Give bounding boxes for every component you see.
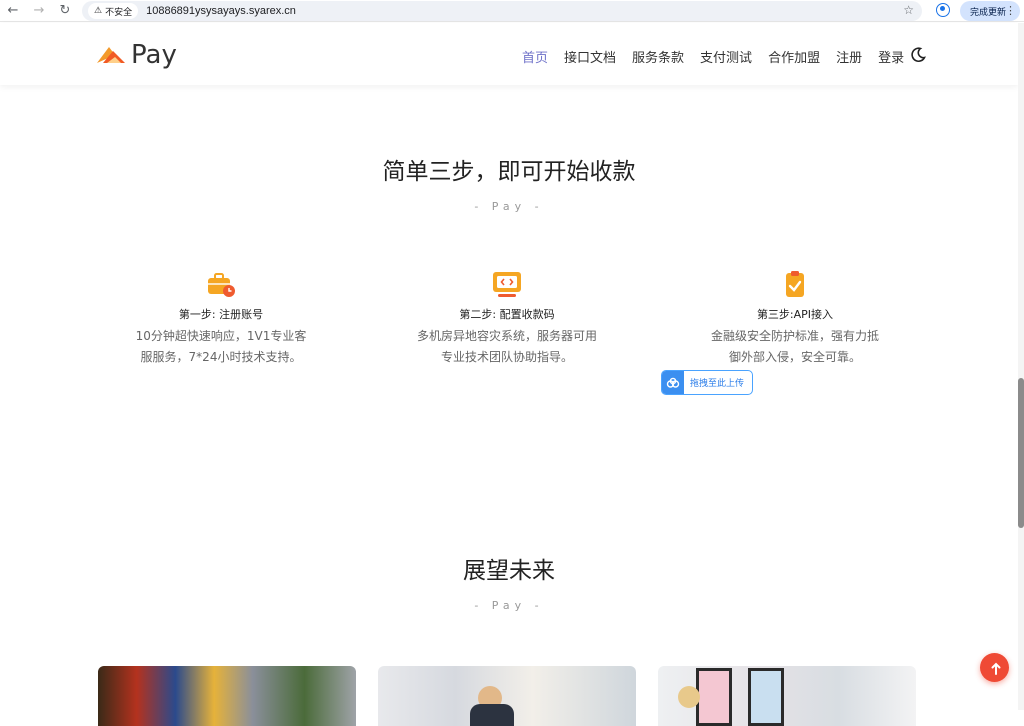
- page-scrollbar[interactable]: [1018, 23, 1024, 710]
- step-3-desc-line-2: 御外部入侵，安全可靠。: [728, 350, 861, 364]
- step-2: 第二步: 配置收款码 多机房异地容灾系统，服务器可用 专业技术团队协助指导。: [402, 270, 612, 368]
- nav-terms[interactable]: 服务条款: [632, 47, 684, 66]
- nav-login[interactable]: 登录: [878, 47, 904, 66]
- future-title: 展望未来: [463, 558, 555, 584]
- future-card-image-3[interactable]: [658, 666, 916, 726]
- future-subtitle: - Pay -: [474, 599, 544, 612]
- main-nav: 首页 接口文档 服务条款 支付测试 合作加盟 注册 登录: [522, 47, 904, 66]
- step-3-title: 第三步:API接入: [756, 308, 834, 321]
- nav-api-docs[interactable]: 接口文档: [564, 47, 616, 66]
- nav-partner[interactable]: 合作加盟: [768, 47, 820, 66]
- future-cards: [98, 666, 916, 726]
- back-to-top-button[interactable]: [980, 653, 1009, 682]
- step-2-desc-line-1: 多机房异地容灾系统，服务器可用: [416, 329, 597, 343]
- security-label: 不安全: [105, 7, 133, 18]
- dark-mode-moon-icon[interactable]: [910, 47, 926, 63]
- update-button[interactable]: 完成更新 ⋮: [960, 1, 1020, 21]
- step-3-desc-line-1: 金融级安全防护标准，强有力抵: [710, 329, 879, 343]
- logo-mark-icon: [97, 47, 125, 63]
- nav-pay-test[interactable]: 支付测试: [700, 47, 752, 66]
- address-bar[interactable]: ⚠ 不安全 10886891ysysayays.syarex.cn ☆: [82, 1, 922, 21]
- step-3: 第三步:API接入 金融级安全防护标准，强有力抵 御外部入侵，安全可靠。: [690, 270, 900, 368]
- step-1-desc-line-1: 10分钟超快速响应，1V1专业客: [135, 329, 307, 343]
- logo-text: Pay: [131, 40, 177, 70]
- step-1-title: 第一步: 注册账号: [178, 308, 264, 321]
- nav-register[interactable]: 注册: [836, 47, 862, 66]
- upload-label: 拖拽至此上传: [690, 379, 745, 389]
- bookmark-star-icon[interactable]: ☆: [903, 3, 914, 17]
- person-head-shape: [678, 686, 700, 708]
- warning-icon: ⚠: [94, 6, 103, 16]
- security-chip[interactable]: ⚠ 不安全: [88, 3, 139, 19]
- wall-art-shape-1: [696, 668, 732, 726]
- future-card-image-1[interactable]: [98, 666, 356, 726]
- upload-cloud-icon: [662, 371, 684, 394]
- back-icon[interactable]: ←: [0, 0, 26, 22]
- scrollbar-thumb[interactable]: [1018, 378, 1024, 528]
- forward-icon[interactable]: →: [26, 0, 52, 22]
- step-3-desc: 金融级安全防护标准，强有力抵 御外部入侵，安全可靠。: [690, 326, 900, 368]
- step-1: 第一步: 注册账号 10分钟超快速响应，1V1专业客 服服务，7*24小时技术支…: [116, 270, 326, 368]
- menu-dots-icon[interactable]: ⋮: [1005, 4, 1016, 17]
- drag-upload-button[interactable]: 拖拽至此上传: [661, 370, 753, 395]
- step-2-title: 第二步: 配置收款码: [459, 308, 555, 321]
- step-2-desc-line-2: 专业技术团队协助指导。: [440, 350, 573, 364]
- update-label: 完成更新: [970, 7, 1007, 18]
- steps-title: 简单三步，即可开始收款: [382, 159, 636, 185]
- browser-toolbar: ← → ↻ ⚠ 不安全 10886891ysysayays.syarex.cn …: [0, 0, 1024, 22]
- site-header: Pay 首页 接口文档 服务条款 支付测试 合作加盟 注册 登录: [0, 23, 1018, 85]
- steps-subtitle: - Pay -: [474, 200, 544, 213]
- arrow-up-icon: [991, 662, 1000, 675]
- briefcase-clock-icon: [208, 273, 235, 297]
- monitor-code-icon: [493, 272, 521, 297]
- step-2-desc: 多机房异地容灾系统，服务器可用 专业技术团队协助指导。: [402, 326, 612, 368]
- reload-icon[interactable]: ↻: [52, 0, 78, 22]
- wall-art-shape-2: [748, 668, 784, 726]
- future-card-image-2[interactable]: [378, 666, 636, 726]
- step-1-desc-line-2: 服服务，7*24小时技术支持。: [140, 350, 302, 364]
- url-text: 10886891ysysayays.syarex.cn: [146, 5, 296, 17]
- step-1-desc: 10分钟超快速响应，1V1专业客 服服务，7*24小时技术支持。: [116, 326, 326, 368]
- clipboard-check-icon: [786, 271, 804, 297]
- person-body-shape: [470, 704, 514, 726]
- nav-home[interactable]: 首页: [522, 47, 548, 66]
- profile-icon[interactable]: [936, 3, 950, 17]
- site-logo[interactable]: Pay: [95, 40, 177, 70]
